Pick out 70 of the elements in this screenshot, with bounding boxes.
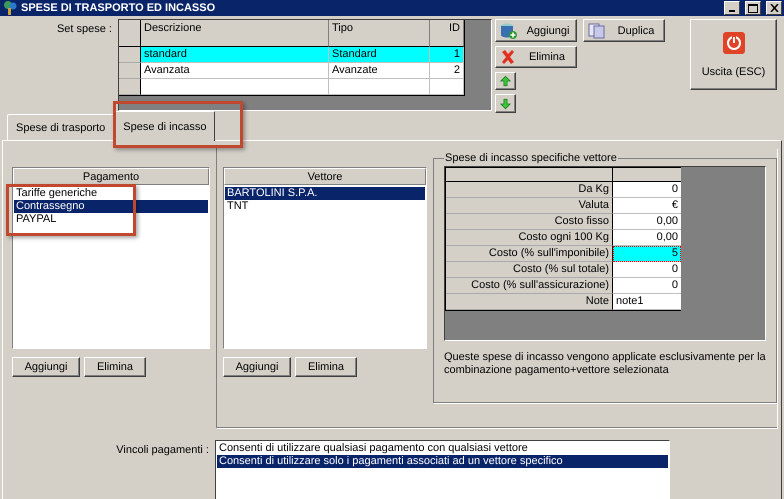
table-cell: Avanzate	[329, 63, 430, 79]
table-cell[interactable]: 0	[613, 262, 681, 278]
row-label: Costo (% sul totale)	[446, 262, 613, 278]
arrow-up-icon	[500, 74, 511, 88]
column-header	[119, 20, 141, 47]
table-cell: Standard	[329, 47, 430, 63]
row-label: Da Kg	[446, 182, 613, 198]
column-header: Pagamento	[13, 168, 209, 185]
field-label: Set spese :	[56, 22, 113, 37]
table-cell: 2	[430, 63, 464, 79]
table-cell[interactable]: €	[613, 198, 681, 214]
table-cell[interactable]: 0,00	[613, 214, 681, 230]
table-cell[interactable]: 0,00	[613, 230, 681, 246]
minimize-button[interactable]	[724, 1, 740, 15]
list-item[interactable]: PAYPAL	[14, 213, 208, 226]
delete-button[interactable]: Elimina	[84, 357, 146, 377]
payment-list[interactable]: Pagamento Tariffe generiche Contrassegno PAYPAL	[12, 167, 210, 349]
maximize-icon	[748, 4, 758, 12]
list-item[interactable]: Consenti di utilizzare solo i pagamenti associati ad un vettore specifico	[217, 455, 668, 468]
exit-button[interactable]: Uscita (ESC)	[690, 19, 777, 90]
add-button[interactable]: Aggiungi	[223, 357, 291, 377]
list-item[interactable]: Tariffe generiche	[14, 187, 208, 200]
tree-icon	[2, 0, 18, 16]
delete-button[interactable]: Elimina	[295, 357, 357, 377]
list-item[interactable]: Contrassegno	[14, 200, 208, 213]
table-cell[interactable]: 0	[613, 278, 681, 294]
delete-icon	[500, 48, 516, 65]
delete-button[interactable]: Elimina	[495, 46, 577, 68]
column-header: Descrizione	[141, 20, 329, 47]
row-label: Valuta	[446, 198, 613, 214]
database-add-icon	[500, 22, 518, 40]
add-button[interactable]: Aggiungi	[495, 19, 577, 42]
close-icon	[770, 4, 778, 12]
group-title: Spese di incasso specifiche vettore	[444, 152, 618, 164]
table-cell[interactable]: 0	[613, 182, 681, 198]
move-up-button[interactable]	[495, 72, 516, 90]
move-down-button[interactable]	[495, 94, 516, 113]
tab[interactable]: Spese di incasso	[114, 111, 216, 141]
list-item[interactable]: TNT	[225, 200, 425, 213]
list-item[interactable]: Consenti di utilizzare qualsiasi pagamento con qualsiasi vettore	[217, 442, 668, 455]
power-icon	[722, 32, 744, 54]
row-label: Note	[446, 294, 613, 310]
column-header: Tipo	[329, 20, 430, 47]
row-label: Costo (% sull'imponibile)	[446, 246, 613, 262]
row-label: Costo ogni 100 Kg	[446, 230, 613, 246]
maximize-button[interactable]	[745, 1, 761, 15]
close-button[interactable]	[766, 1, 782, 15]
list-item[interactable]: BARTOLINI S.P.A.	[225, 187, 425, 200]
tab[interactable]: Spese di trasporto	[7, 114, 114, 140]
duplicate-button[interactable]: Duplica	[583, 19, 665, 42]
arrow-down-icon	[500, 96, 511, 111]
constraints-list[interactable]: Consenti di utilizzare qualsiasi pagamento con qualsiasi vettore Consenti di utilizzare solo i pagamenti associati ad un vettore specifico	[215, 440, 670, 499]
add-button[interactable]: Aggiungi	[12, 357, 80, 377]
table-cell: Avanzata	[141, 63, 329, 79]
window-title: SPESE DI TRASPORTO ED INCASSO	[21, 2, 216, 14]
row-header[interactable]	[119, 79, 141, 95]
documents-icon	[588, 22, 606, 38]
table-cell: 1	[430, 47, 464, 63]
table-cell[interactable]: 5	[613, 246, 681, 262]
table-cell: standard	[141, 47, 329, 63]
column-header: ID	[430, 20, 464, 47]
field-label: Vincoli pagamenti :	[115, 443, 210, 458]
row-header[interactable]	[119, 63, 141, 79]
table-cell[interactable]: note1	[613, 294, 681, 310]
row-label: Costo (% sull'assicurazione)	[446, 278, 613, 294]
column-header: Vettore	[224, 168, 426, 185]
carrier-list[interactable]: Vettore BARTOLINI S.P.A. TNT	[223, 167, 427, 349]
row-label: Costo fisso	[446, 214, 613, 230]
row-header[interactable]	[119, 47, 141, 63]
info-text: Queste spese di incasso vengono applicate esclusivamente per la combinazione pagamento+vettore selezionata	[444, 351, 766, 377]
